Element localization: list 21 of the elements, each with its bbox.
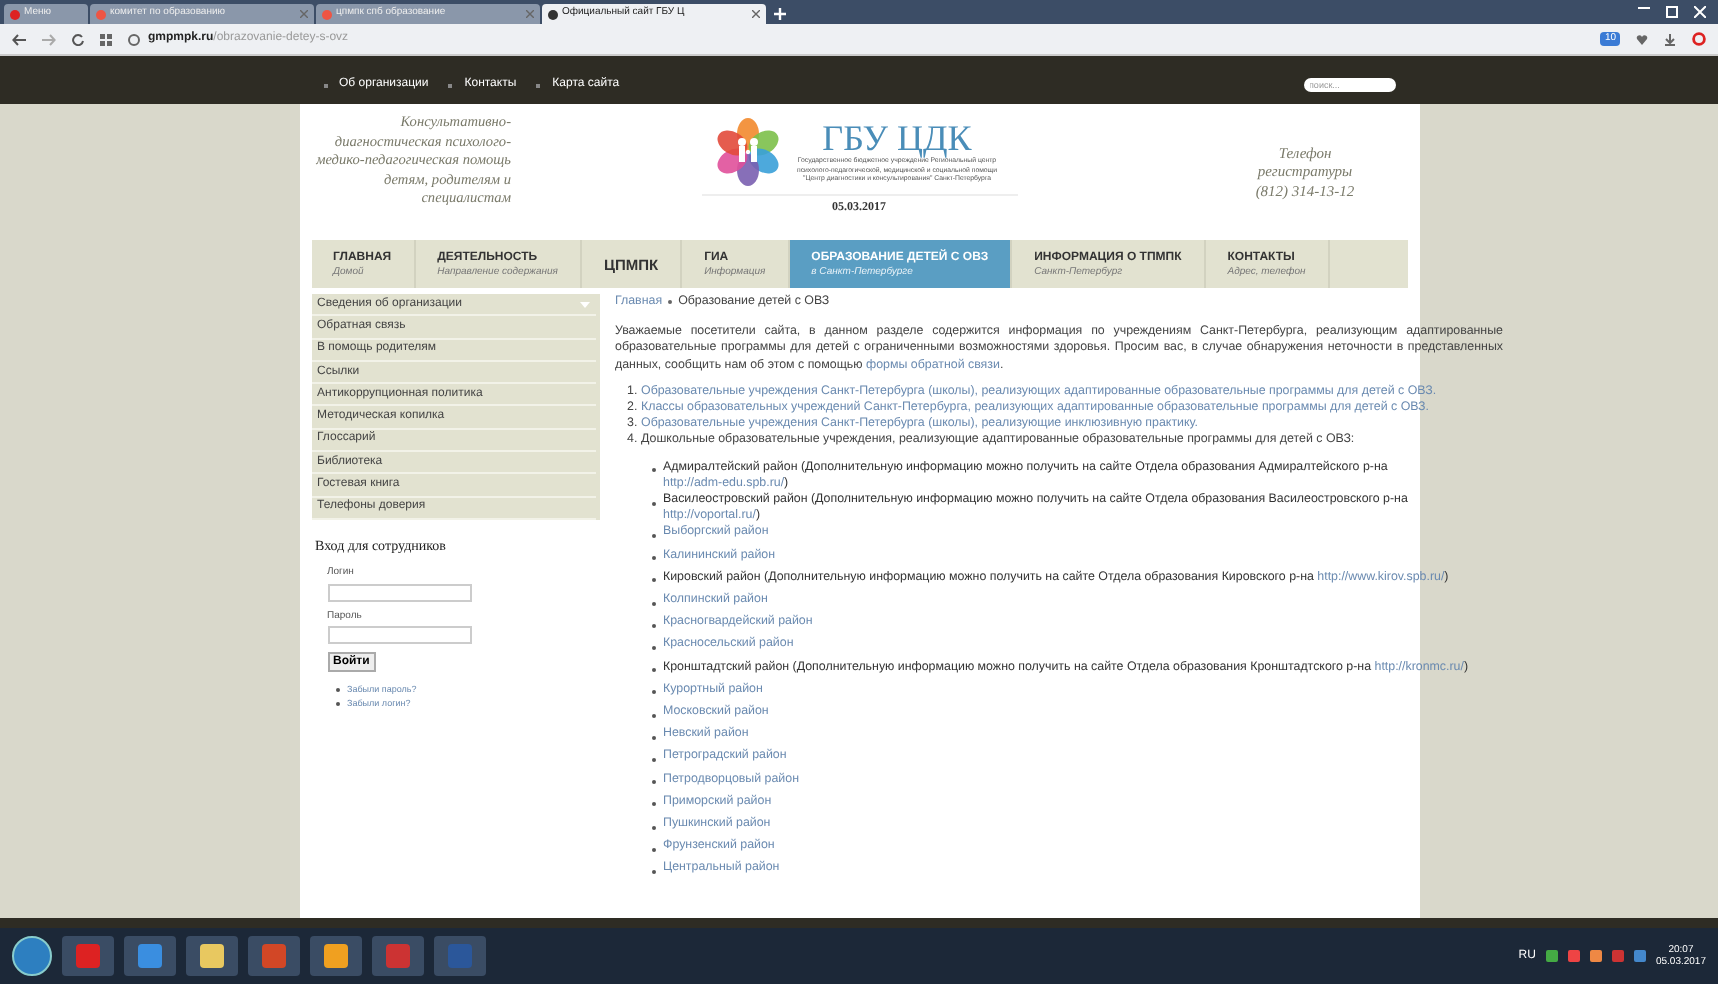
close-icon[interactable] [752, 10, 760, 18]
globe-icon [128, 33, 140, 45]
breadcrumb-separator-icon [668, 300, 673, 305]
input-field[interactable] [327, 626, 471, 645]
back-arrow-icon[interactable] [12, 33, 26, 45]
minimize-icon[interactable] [1638, 6, 1650, 10]
logo-title: ГБУ ЦДК [822, 120, 972, 157]
heart-icon[interactable] [1636, 33, 1648, 45]
start-button[interactable] [12, 936, 52, 976]
tab-favicon-icon [10, 9, 20, 19]
flower-logo-icon [713, 116, 781, 188]
download-icon[interactable] [1664, 33, 1676, 45]
tab-favicon-icon [322, 9, 332, 19]
reload-icon[interactable] [72, 33, 84, 45]
grid-icon[interactable] [100, 33, 112, 45]
new-tab-icon[interactable] [774, 8, 786, 20]
ring-icon[interactable] [1692, 32, 1706, 46]
tab-favicon-icon [548, 9, 558, 19]
maximize-icon[interactable] [1666, 6, 1678, 18]
input-field[interactable] [327, 583, 471, 602]
tab-favicon-icon [96, 9, 106, 19]
